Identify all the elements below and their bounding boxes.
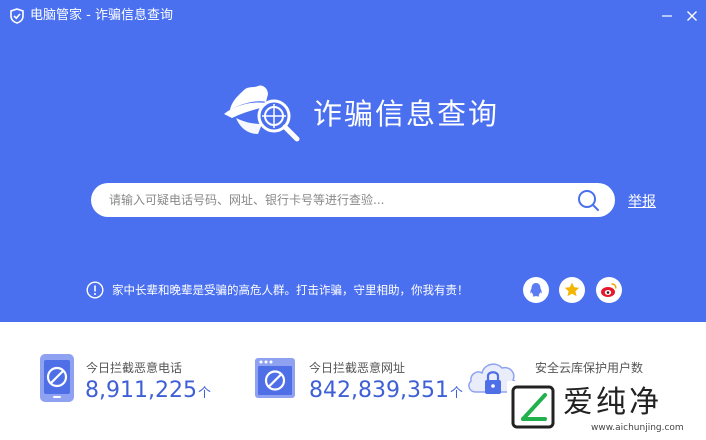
shield-check-icon xyxy=(10,8,24,24)
stat-number-calls: 8,911,225 xyxy=(85,378,197,403)
watermark: 爱纯净 www.aichunjing.com xyxy=(507,381,706,440)
watermark-logo xyxy=(511,385,555,429)
minimize-button[interactable] xyxy=(656,6,678,26)
page-title: 诈骗信息查询 xyxy=(313,97,500,131)
watermark-text: 爱纯净 xyxy=(563,385,662,420)
detective-magnifier-icon xyxy=(224,85,300,142)
stat-unit-urls: 个 xyxy=(449,386,463,401)
stat-label-calls: 今日拦截恶意电话 xyxy=(86,361,183,375)
window-title: 电脑管家 - 诈骗信息查询 xyxy=(30,8,173,23)
search-icon[interactable] xyxy=(576,188,600,212)
qq-icon[interactable] xyxy=(523,277,549,303)
close-button[interactable] xyxy=(681,6,703,26)
header-panel: 电脑管家 - 诈骗信息查询 诈骗信息查询 请输入可疑电话号码、网址、银行卡号等进… xyxy=(0,0,706,322)
close-icon xyxy=(687,11,697,21)
watermark-url: www.aichunjing.com xyxy=(591,423,684,433)
phone-block-icon xyxy=(40,354,74,402)
notice-text: 家中长辈和晚辈是受骗的高危人群。打击诈骗，守里相助，你我有责！ xyxy=(112,283,469,297)
stat-number-urls: 842,839,351 xyxy=(309,378,449,403)
stat-unit-calls: 个 xyxy=(197,386,211,401)
minimize-icon xyxy=(662,15,672,17)
stat-label-users: 安全云库保护用户数 xyxy=(535,361,644,375)
title-bar: 电脑管家 - 诈骗信息查询 xyxy=(0,0,706,32)
qzone-star-icon[interactable] xyxy=(559,277,585,303)
report-link[interactable]: 举报 xyxy=(628,191,656,211)
weibo-icon[interactable] xyxy=(596,277,622,303)
browser-block-icon xyxy=(255,358,295,398)
stat-value-urls: 842,839,351个 xyxy=(309,376,463,409)
search-box xyxy=(91,183,615,217)
stat-label-urls: 今日拦截恶意网址 xyxy=(309,361,406,375)
exclamation-icon xyxy=(86,281,104,299)
stat-value-calls: 8,911,225个 xyxy=(85,376,211,409)
search-input[interactable] xyxy=(109,183,569,217)
